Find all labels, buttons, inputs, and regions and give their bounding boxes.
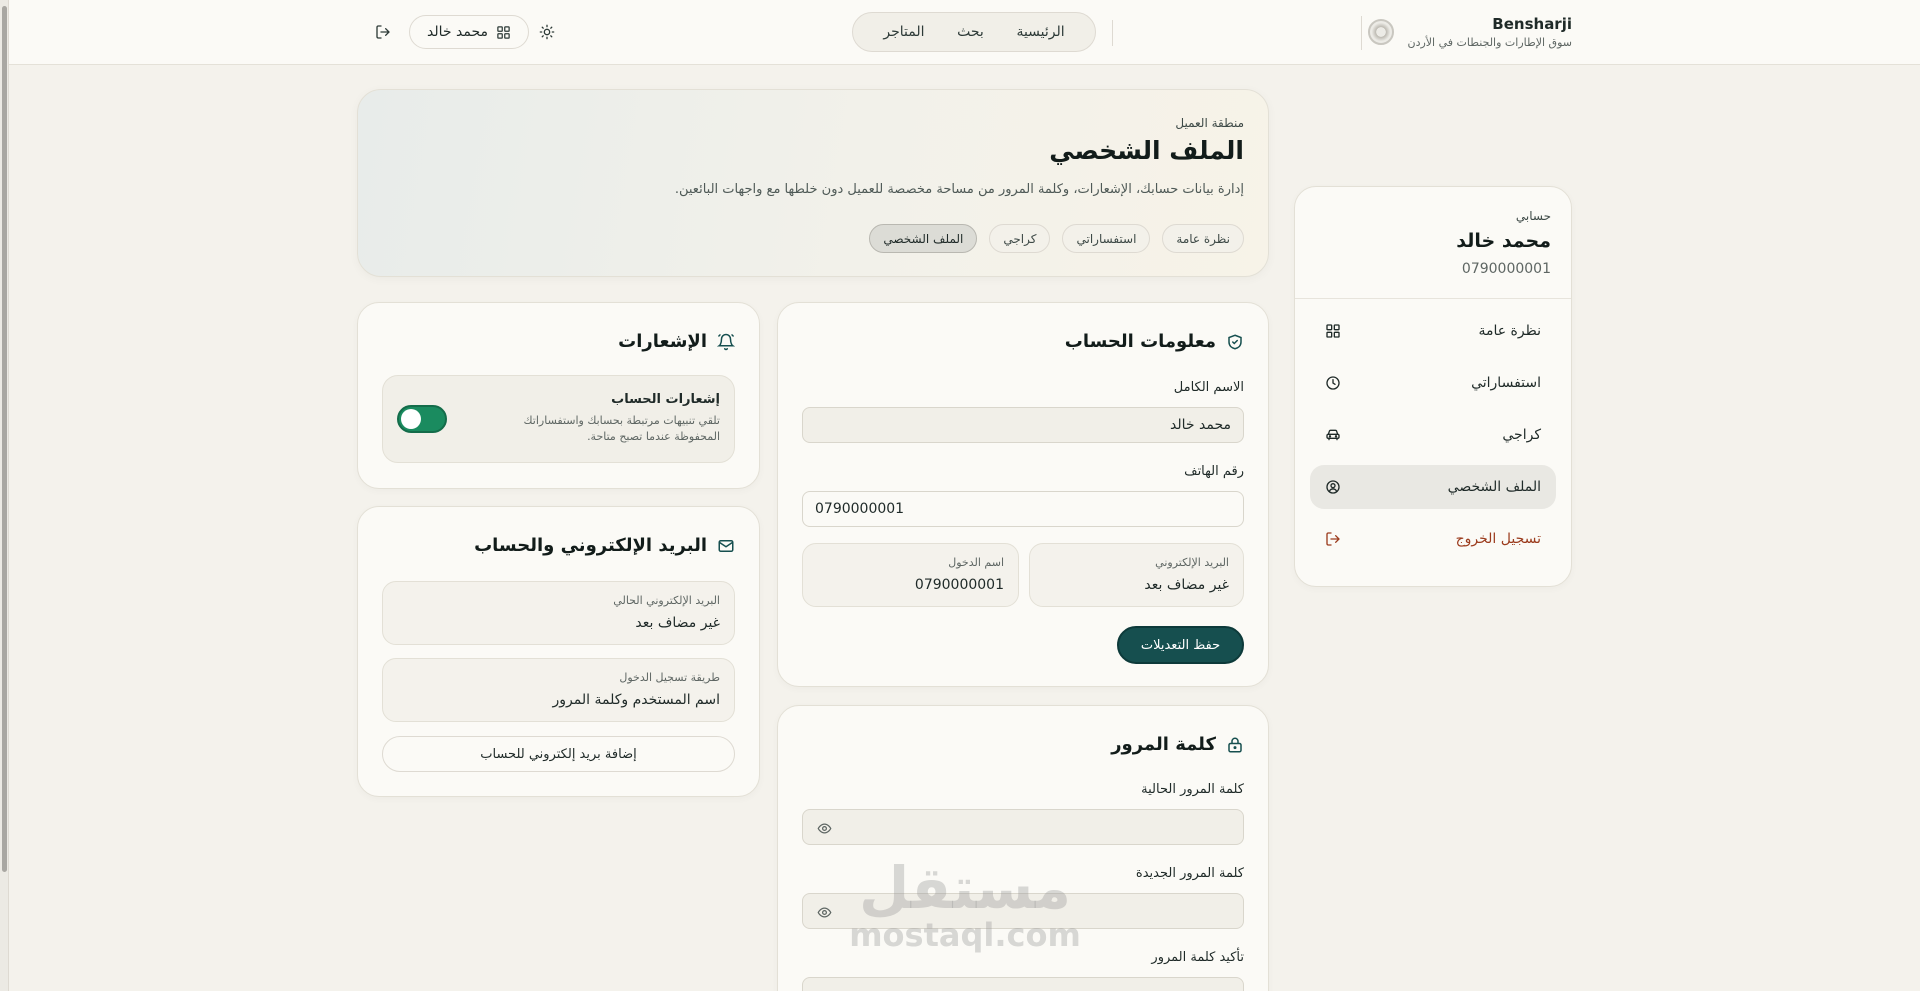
password-title: كلمة المرور (1111, 734, 1216, 755)
card-title: معلومات الحساب (1065, 331, 1244, 352)
login-method-label: طريقة تسجيل الدخول (619, 671, 720, 684)
username-info-box: اسم الدخول 0790000001 (802, 543, 1019, 607)
toggle-description: تلقي تنبيهات مرتبطة بحسابك واستفساراتك ا… (523, 414, 720, 443)
new-password-field[interactable] (802, 893, 1244, 929)
login-method-box: طريقة تسجيل الدخول اسم المستخدم وكلمة ال… (382, 658, 735, 722)
user-menu-button[interactable]: محمد خالد (409, 15, 529, 49)
tab-overview[interactable]: نظرة عامة (1162, 224, 1244, 253)
username-label: اسم الدخول (948, 556, 1004, 569)
account-info-title: معلومات الحساب (1064, 331, 1216, 352)
tab-profile[interactable]: الملف الشخصي (869, 224, 978, 253)
toggle-knob (401, 409, 421, 429)
sidebar-user-name: محمد خالد (1456, 230, 1551, 252)
hero-tabs: نظرة عامة استفساراتي كراجي الملف الشخصي (869, 224, 1244, 253)
email-account-card: البريد الإلكتروني والحساب البريد الإلكتر… (357, 506, 760, 797)
sidebar-item-label: استفساراتي (1471, 375, 1541, 391)
notifications-toggle[interactable] (397, 405, 447, 433)
lock-icon (1226, 736, 1244, 754)
email-info-box: البريد الإلكتروني غير مضاف بعد (1029, 543, 1244, 607)
full-name-field[interactable]: محمد خالد (802, 407, 1244, 443)
sidebar-item-label: نظرة عامة (1478, 323, 1541, 339)
mail-icon (717, 537, 735, 555)
current-email-box: البريد الإلكتروني الحالي غير مضاف بعد (382, 581, 735, 645)
brand[interactable]: Bensharji سوق الإطارات والجنطات في الأرد… (1367, 15, 1573, 49)
sidebar-item-garage[interactable]: كراجي (1310, 413, 1556, 457)
clock-icon (1325, 375, 1341, 391)
profile-hero: منطقة العميل الملف الشخصي إدارة بيانات ح… (357, 89, 1269, 277)
nav-stores[interactable]: المتاجر (883, 24, 924, 40)
sidebar-item-profile[interactable]: الملف الشخصي (1310, 465, 1556, 509)
card-title: الإشعارات (618, 331, 735, 352)
current-email-value: غير مضاف بعد (635, 615, 720, 631)
hero-description: إدارة بيانات حسابك، الإشعارات، وكلمة الم… (674, 182, 1244, 197)
nav-home[interactable]: الرئيسية (1016, 24, 1064, 40)
main-nav: الرئيسية بحث المتاجر (852, 12, 1096, 52)
notifications-title: الإشعارات (618, 331, 707, 352)
current-password-field[interactable] (802, 809, 1244, 845)
add-email-button[interactable]: إضافة بريد إلكتروني للحساب (382, 736, 735, 772)
sidebar-item-logout[interactable]: تسجيل الخروج (1310, 517, 1556, 561)
user-circle-icon (1325, 479, 1341, 495)
logout-icon[interactable] (371, 20, 395, 44)
scrollbar-thumb[interactable] (2, 6, 7, 872)
bell-icon (717, 333, 735, 351)
grid-icon (496, 25, 511, 40)
divider (1112, 20, 1113, 46)
sidebar-item-inquiries[interactable]: استفساراتي (1310, 361, 1556, 405)
full-name-label: الاسم الكامل (1173, 380, 1244, 395)
sidebar-label: حسابي (1515, 209, 1551, 223)
notifications-card: الإشعارات إشعارات الحساب تلقي تنبيهات مر… (357, 302, 760, 489)
email-label: البريد الإلكتروني (1155, 556, 1229, 569)
save-button[interactable]: حفظ التعديلات (1117, 626, 1244, 664)
car-icon (1325, 427, 1341, 443)
account-notifications-row: إشعارات الحساب تلقي تنبيهات مرتبطة بحساب… (382, 375, 735, 463)
full-name-value: محمد خالد (1170, 417, 1231, 433)
tab-inquiries[interactable]: استفساراتي (1062, 224, 1151, 253)
username-value: 0790000001 (914, 577, 1004, 593)
page-scrollbar[interactable] (0, 0, 9, 991)
logout-icon (1325, 531, 1341, 547)
sidebar-user-phone: 0790000001 (1461, 261, 1551, 277)
confirm-password-label: تأكيد كلمة المرور (1151, 950, 1244, 965)
password-card: كلمة المرور كلمة المرور الحالية كلمة الم… (777, 705, 1269, 991)
divider (1361, 16, 1362, 50)
login-method-value: اسم المستخدم وكلمة المرور (552, 692, 720, 708)
email-value: غير مضاف بعد (1144, 577, 1229, 593)
brand-tagline: سوق الإطارات والجنطات في الأردن (1407, 36, 1573, 49)
confirm-password-field[interactable] (802, 977, 1244, 991)
page-title: الملف الشخصي (1049, 136, 1244, 165)
nav-search[interactable]: بحث (957, 24, 984, 40)
phone-label: رقم الهاتف (1184, 464, 1244, 479)
top-bar: Bensharji سوق الإطارات والجنطات في الأرد… (9, 0, 1920, 65)
sun-icon[interactable] (535, 20, 559, 44)
brand-logo-icon (1367, 19, 1394, 45)
account-sidebar: حسابي محمد خالد 0790000001 نظرة عامة است… (1294, 186, 1572, 587)
hero-eyebrow: منطقة العميل (1175, 116, 1244, 130)
sidebar-item-label: تسجيل الخروج (1455, 531, 1541, 547)
toggle-title: إشعارات الحساب (611, 392, 720, 407)
phone-value: 0790000001 (815, 501, 905, 517)
eye-icon[interactable] (817, 821, 832, 836)
current-email-label: البريد الإلكتروني الحالي (613, 594, 720, 607)
user-chip-name: محمد خالد (427, 24, 488, 40)
brand-name: Bensharji (1492, 15, 1572, 33)
grid-icon (1325, 323, 1341, 339)
shield-check-icon (1226, 333, 1244, 351)
email-account-title: البريد الإلكتروني والحساب (474, 535, 707, 556)
account-info-card: معلومات الحساب الاسم الكامل محمد خالد رق… (777, 302, 1269, 687)
eye-icon[interactable] (817, 905, 832, 920)
current-password-label: كلمة المرور الحالية (1141, 782, 1244, 797)
sidebar-item-label: كراجي (1502, 427, 1541, 443)
new-password-label: كلمة المرور الجديدة (1135, 866, 1244, 881)
tab-garage[interactable]: كراجي (989, 224, 1051, 253)
sidebar-item-label: الملف الشخصي (1447, 479, 1541, 495)
phone-field[interactable]: 0790000001 (802, 491, 1244, 527)
sidebar-item-overview[interactable]: نظرة عامة (1310, 309, 1556, 353)
card-title: البريد الإلكتروني والحساب (474, 535, 735, 556)
card-title: كلمة المرور (1111, 734, 1244, 755)
